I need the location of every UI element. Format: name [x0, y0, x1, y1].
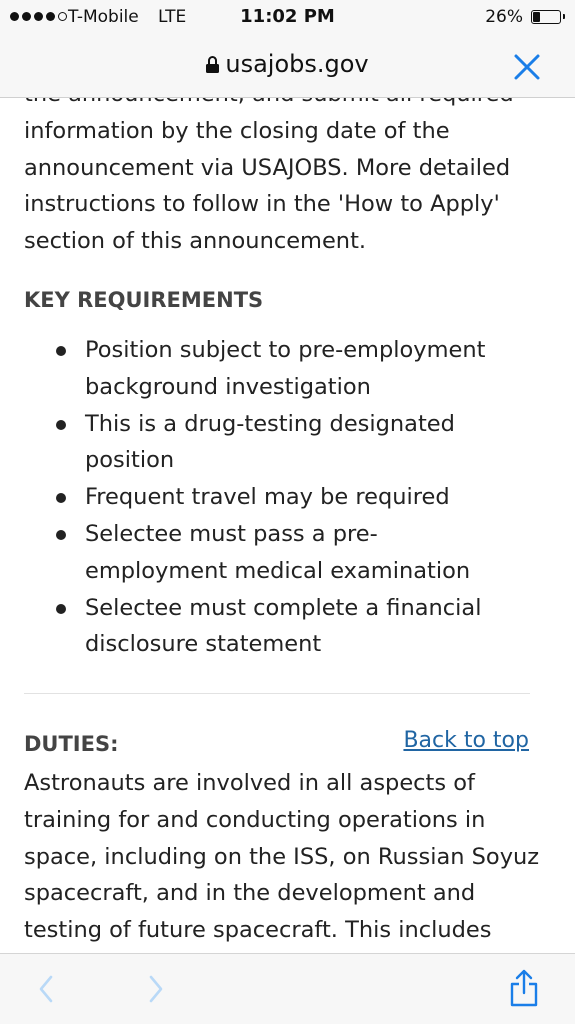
back-to-top-link[interactable]: Back to top	[403, 728, 529, 753]
bullet-icon	[56, 529, 66, 540]
intro-paragraph: the announcement, and submit all require…	[24, 98, 544, 260]
url-display[interactable]: usajobs.gov	[0, 50, 575, 78]
battery-level-fill	[533, 12, 541, 22]
list-item: This is a drug-testing designated positi…	[0, 406, 560, 480]
chevron-right-icon[interactable]	[146, 972, 166, 1006]
battery-icon	[531, 10, 565, 24]
battery-percent: 26%	[485, 7, 523, 27]
bullet-icon	[56, 603, 66, 614]
intro-text: information by the closing date of the a…	[24, 117, 511, 255]
bullet-icon	[56, 493, 66, 504]
list-item-text: This is a drug-testing designated positi…	[85, 410, 455, 474]
lock-icon	[206, 56, 220, 73]
list-item: Position subject to pre-employment backg…	[0, 332, 560, 406]
page-content: the announcement, and submit all require…	[0, 98, 575, 953]
status-bar: T-Mobile LTE 11:02 PM 26%	[0, 0, 575, 36]
duties-heading: DUTIES:	[24, 732, 119, 756]
key-requirements-heading: KEY REQUIREMENTS	[24, 288, 264, 312]
address-bar: usajobs.gov	[0, 36, 575, 98]
bullet-icon	[56, 346, 66, 356]
bullet-icon	[56, 419, 66, 430]
list-item: Selectee must complete a financial discl…	[0, 590, 560, 664]
list-item-text: Frequent travel may be required	[85, 484, 450, 511]
browser-screen: T-Mobile LTE 11:02 PM 26% usajobs.gov th…	[0, 0, 575, 1024]
list-item: Frequent travel may be required	[0, 479, 560, 516]
url-text: usajobs.gov	[225, 50, 369, 78]
key-requirements-list: Position subject to pre-employment backg…	[0, 332, 560, 663]
close-icon[interactable]	[513, 53, 541, 81]
list-item: Selectee must pass a pre-employment medi…	[0, 516, 560, 590]
list-item-text: Selectee must complete a financial discl…	[85, 594, 482, 658]
browser-toolbar	[0, 953, 575, 1024]
duties-paragraph: Astronauts are involved in all aspects o…	[24, 770, 540, 944]
list-item-text: Selectee must pass a pre-employment medi…	[85, 520, 471, 584]
share-icon[interactable]	[508, 968, 540, 1008]
intro-partial-line: the announcement, and submit all require…	[24, 98, 514, 107]
section-divider	[24, 693, 530, 694]
list-item-text: Position subject to pre-employment backg…	[85, 337, 486, 400]
chevron-left-icon[interactable]	[36, 972, 56, 1006]
